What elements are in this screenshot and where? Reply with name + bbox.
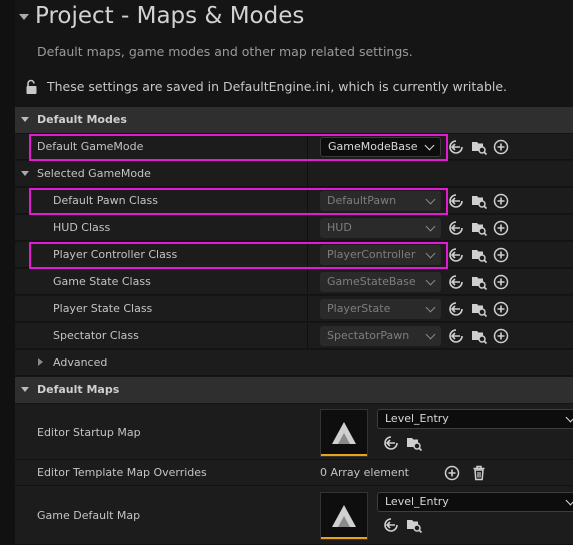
arrow-left-circle-icon[interactable] — [382, 516, 400, 534]
plus-circle-icon[interactable] — [492, 138, 510, 156]
row-editor-startup-map: Editor Startup Map Level_Entry — [15, 404, 573, 460]
plus-circle-icon[interactable] — [492, 219, 510, 237]
row-template-map-overrides: Editor Template Map Overrides 0 Array el… — [15, 460, 573, 486]
arrow-left-circle-icon[interactable] — [382, 434, 400, 452]
property-label: Game Default Map — [37, 509, 141, 522]
property-label: Player Controller Class — [53, 248, 178, 261]
page-title: Project - Maps & Modes — [35, 3, 305, 29]
row-player-controller-class: Player Controller Class PlayerController — [15, 242, 573, 268]
left-panel-edge — [0, 0, 15, 545]
arrow-left-circle-icon[interactable] — [447, 273, 465, 291]
caret-right-icon — [38, 358, 43, 366]
class-combo[interactable]: PlayerState — [320, 299, 441, 319]
plus-circle-icon[interactable] — [492, 246, 510, 264]
combo-value: GameStateBase — [327, 275, 416, 288]
combo-value: PlayerController — [327, 248, 416, 261]
arrow-left-circle-icon[interactable] — [447, 219, 465, 237]
row-advanced[interactable]: Advanced — [15, 350, 573, 376]
gamemode-combo[interactable]: GameModeBase — [320, 137, 441, 157]
caret-down-icon — [21, 171, 29, 176]
combo-value: PlayerState — [327, 302, 391, 315]
property-label: Spectator Class — [53, 329, 139, 342]
property-label: Editor Template Map Overrides — [37, 466, 207, 479]
chevron-down-icon — [565, 495, 573, 506]
property-label: HUD Class — [53, 221, 111, 234]
section-default-modes[interactable]: Default Modes — [15, 107, 573, 133]
arrow-left-circle-icon[interactable] — [447, 192, 465, 210]
arrow-left-circle-icon[interactable] — [447, 327, 465, 345]
folder-search-icon[interactable] — [470, 219, 488, 237]
row-default-pawn-class: Default Pawn Class DefaultPawn — [15, 188, 573, 214]
combo-value: HUD — [327, 221, 352, 234]
folder-search-icon[interactable] — [405, 516, 423, 534]
plus-circle-icon[interactable] — [492, 327, 510, 345]
class-combo[interactable]: PlayerController — [320, 245, 441, 265]
chevron-down-icon — [425, 221, 436, 232]
combo-value: Level_Entry — [385, 412, 449, 425]
plus-circle-icon[interactable] — [492, 300, 510, 318]
property-label: Default GameMode — [37, 140, 144, 153]
editor-startup-map-combo[interactable]: Level_Entry — [377, 409, 573, 429]
property-label: Game State Class — [53, 275, 151, 288]
chevron-down-icon — [425, 329, 436, 340]
page-description: Default maps, game modes and other map r… — [37, 44, 413, 59]
arrow-left-circle-icon[interactable] — [447, 138, 465, 156]
arrow-left-circle-icon[interactable] — [447, 300, 465, 318]
row-selected-gamemode[interactable]: Selected GameMode — [15, 161, 573, 187]
row-hud-class: HUD Class HUD — [15, 215, 573, 241]
advanced-label: Advanced — [53, 356, 108, 369]
class-combo[interactable]: SpectatorPawn — [320, 326, 441, 346]
trash-icon[interactable] — [470, 464, 488, 482]
row-default-gamemode: Default GameMode GameModeBase — [15, 134, 573, 160]
row-spectator-class: Spectator Class SpectatorPawn — [15, 323, 573, 349]
plus-circle-icon[interactable] — [443, 464, 461, 482]
level-thumbnail-icon[interactable] — [320, 409, 368, 457]
level-thumbnail-icon[interactable] — [320, 492, 368, 540]
caret-down-icon — [21, 387, 29, 392]
chevron-down-icon — [425, 302, 436, 313]
thumbnail-accent-bar — [321, 537, 367, 539]
folder-search-icon[interactable] — [470, 327, 488, 345]
thumbnail-accent-bar — [321, 454, 367, 456]
property-label: Player State Class — [53, 302, 153, 315]
game-default-map-combo[interactable]: Level_Entry — [377, 492, 573, 512]
property-label: Default Pawn Class — [53, 194, 158, 207]
folder-search-icon[interactable] — [470, 246, 488, 264]
row-game-default-map: Game Default Map Level_Entry — [15, 486, 573, 545]
group-label: Selected GameMode — [37, 167, 151, 180]
row-game-state-class: Game State Class GameStateBase — [15, 269, 573, 295]
combo-value: Level_Entry — [385, 495, 449, 508]
arrow-left-circle-icon[interactable] — [447, 246, 465, 264]
property-label: Editor Startup Map — [37, 426, 141, 439]
folder-search-icon[interactable] — [470, 138, 488, 156]
chevron-down-icon — [565, 412, 573, 423]
combo-value: GameModeBase — [328, 140, 418, 153]
folder-search-icon[interactable] — [405, 434, 423, 452]
config-notice: These settings are saved in DefaultEngin… — [47, 79, 508, 94]
class-combo[interactable]: DefaultPawn — [320, 191, 441, 211]
chevron-down-icon — [425, 194, 436, 205]
folder-search-icon[interactable] — [470, 300, 488, 318]
folder-search-icon[interactable] — [470, 192, 488, 210]
plus-circle-icon[interactable] — [492, 192, 510, 210]
array-count: 0 Array element — [320, 466, 409, 479]
plus-circle-icon[interactable] — [492, 273, 510, 291]
folder-search-icon[interactable] — [470, 273, 488, 291]
section-label: Default Maps — [37, 383, 120, 396]
section-default-maps[interactable]: Default Maps — [15, 377, 573, 403]
section-label: Default Modes — [37, 113, 127, 126]
chevron-down-icon — [425, 248, 436, 259]
combo-value: SpectatorPawn — [327, 329, 410, 342]
chevron-down-icon — [425, 275, 436, 286]
unlock-icon — [25, 79, 39, 95]
class-combo[interactable]: GameStateBase — [320, 272, 441, 292]
combo-value: DefaultPawn — [327, 194, 397, 207]
row-player-state-class: Player State Class PlayerState — [15, 296, 573, 322]
collapse-caret-icon[interactable] — [19, 14, 29, 20]
caret-down-icon — [21, 117, 29, 122]
class-combo[interactable]: HUD — [320, 218, 441, 238]
chevron-down-icon — [424, 140, 435, 151]
